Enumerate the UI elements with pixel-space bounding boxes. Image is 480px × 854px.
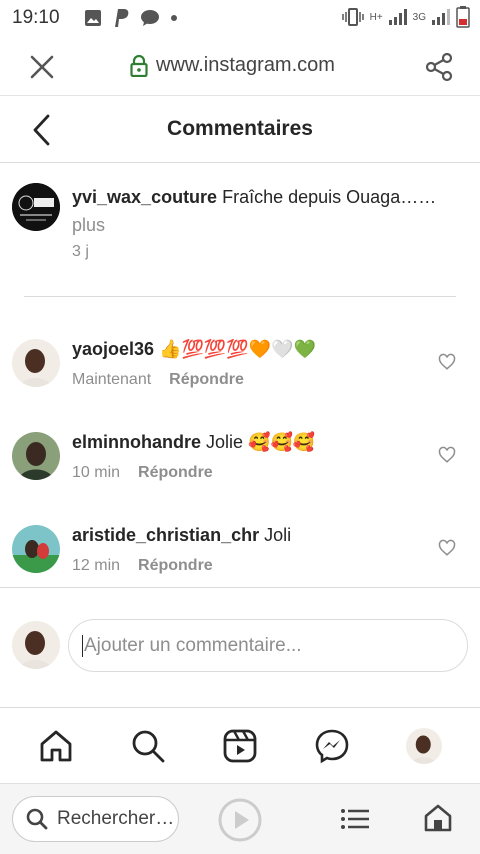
comment-timestamp: Maintenant (72, 371, 152, 388)
instagram-bottom-nav (0, 707, 480, 783)
comments-header: Commentaires (0, 97, 480, 163)
heart-icon[interactable] (438, 446, 456, 464)
messenger-icon[interactable] (314, 728, 350, 764)
share-icon[interactable] (424, 52, 454, 82)
signal-icon-2 (432, 9, 450, 25)
caption-timestamp: 3 j (72, 243, 89, 260)
network-type-label-2: 3G (412, 11, 426, 23)
comment-meta: 10 min Répondre (72, 464, 213, 482)
reply-button[interactable]: Répondre (138, 557, 213, 575)
comment-username[interactable]: yaojoel36 (72, 339, 154, 359)
comment-text: 👍💯💯💯🧡🤍💚 (159, 339, 316, 359)
home-icon[interactable] (38, 728, 74, 764)
reply-button[interactable]: Répondre (138, 464, 213, 482)
post-caption: yvi_wax_couture Fraîche depuis Ouaga…… p… (0, 163, 480, 297)
caption-text: Fraîche depuis Ouaga…… (222, 187, 437, 207)
notification-icons (84, 8, 178, 28)
comment-item: yaojoel36 👍💯💯💯🧡🤍💚 Maintenant Répondre (0, 339, 480, 432)
comment-meta: 12 min Répondre (72, 557, 213, 575)
url-bar[interactable]: www.instagram.com (130, 54, 335, 77)
avatar (12, 621, 60, 669)
add-comment-bar: Ajouter un commentaire... (0, 587, 480, 707)
avatar[interactable] (12, 183, 60, 231)
search-icon[interactable] (130, 728, 166, 764)
reels-icon[interactable] (222, 728, 258, 764)
comment-body: elminnohandre Jolie 🥰🥰🥰 (72, 428, 315, 456)
signal-icon (388, 9, 407, 25)
comment-input-placeholder: Ajouter un commentaire... (84, 634, 302, 656)
heart-icon[interactable] (438, 353, 456, 371)
vibrate-icon (341, 8, 364, 26)
comment-item: elminnohandre Jolie 🥰🥰🥰 10 min Répondre (0, 432, 480, 525)
page-title: Commentaires (167, 117, 313, 140)
battery-icon (456, 6, 470, 28)
heart-icon[interactable] (438, 539, 456, 557)
comment-username[interactable]: elminnohandre (72, 432, 201, 452)
profile-avatar[interactable] (406, 728, 442, 764)
avatar[interactable] (12, 339, 60, 387)
divider (24, 296, 456, 297)
paypal-icon (115, 9, 129, 27)
comment-timestamp: 12 min (72, 557, 121, 574)
avatar[interactable] (12, 525, 60, 573)
system-icons: H+ 3G (341, 6, 470, 28)
lock-icon (130, 54, 148, 77)
user-avatar-image (12, 339, 60, 387)
more-link[interactable]: plus (72, 215, 105, 235)
browser-toolbar: www.instagram.com (0, 36, 480, 96)
comment-body: yaojoel36 👍💯💯💯🧡🤍💚 (72, 335, 316, 363)
status-bar: 19:10 H+ 3G (0, 0, 480, 36)
comment-body: aristide_christian_chr Joli (72, 521, 291, 549)
browser-search-field[interactable]: Rechercher… (12, 796, 179, 842)
caption-text-block: yvi_wax_couture Fraîche depuis Ouaga…… p… (72, 183, 472, 239)
comment-timestamp: 10 min (72, 464, 121, 481)
user-avatar-image (12, 432, 60, 480)
url-text: www.instagram.com (156, 54, 335, 76)
comment-text: Joli (264, 525, 292, 545)
comment-input[interactable]: Ajouter un commentaire... (68, 619, 468, 672)
user-avatar-image (12, 525, 60, 573)
comment-username[interactable]: aristide_christian_chr (72, 525, 259, 545)
close-icon[interactable] (28, 53, 56, 81)
reply-button[interactable]: Répondre (169, 371, 244, 389)
caption-username[interactable]: yvi_wax_couture (72, 187, 217, 207)
brand-logo-icon (12, 183, 60, 231)
list-icon[interactable] (340, 808, 370, 830)
text-caret (82, 634, 83, 657)
comment-meta: Maintenant Répondre (72, 371, 244, 389)
browser-bottom-bar: Rechercher… (0, 783, 480, 854)
chat-bubble-icon (141, 10, 159, 26)
comment-text: Jolie 🥰🥰🥰 (206, 432, 316, 452)
user-avatar-image (12, 621, 60, 669)
network-type-label: H+ (369, 11, 383, 23)
play-icon[interactable] (218, 798, 262, 842)
avatar[interactable] (12, 432, 60, 480)
browser-search-label: Rechercher… (57, 808, 175, 829)
home-icon[interactable] (424, 804, 452, 832)
user-avatar-image (406, 728, 442, 764)
dot-icon (171, 15, 177, 21)
search-icon (26, 808, 48, 830)
status-time: 19:10 (12, 7, 60, 28)
gallery-icon (85, 10, 101, 26)
